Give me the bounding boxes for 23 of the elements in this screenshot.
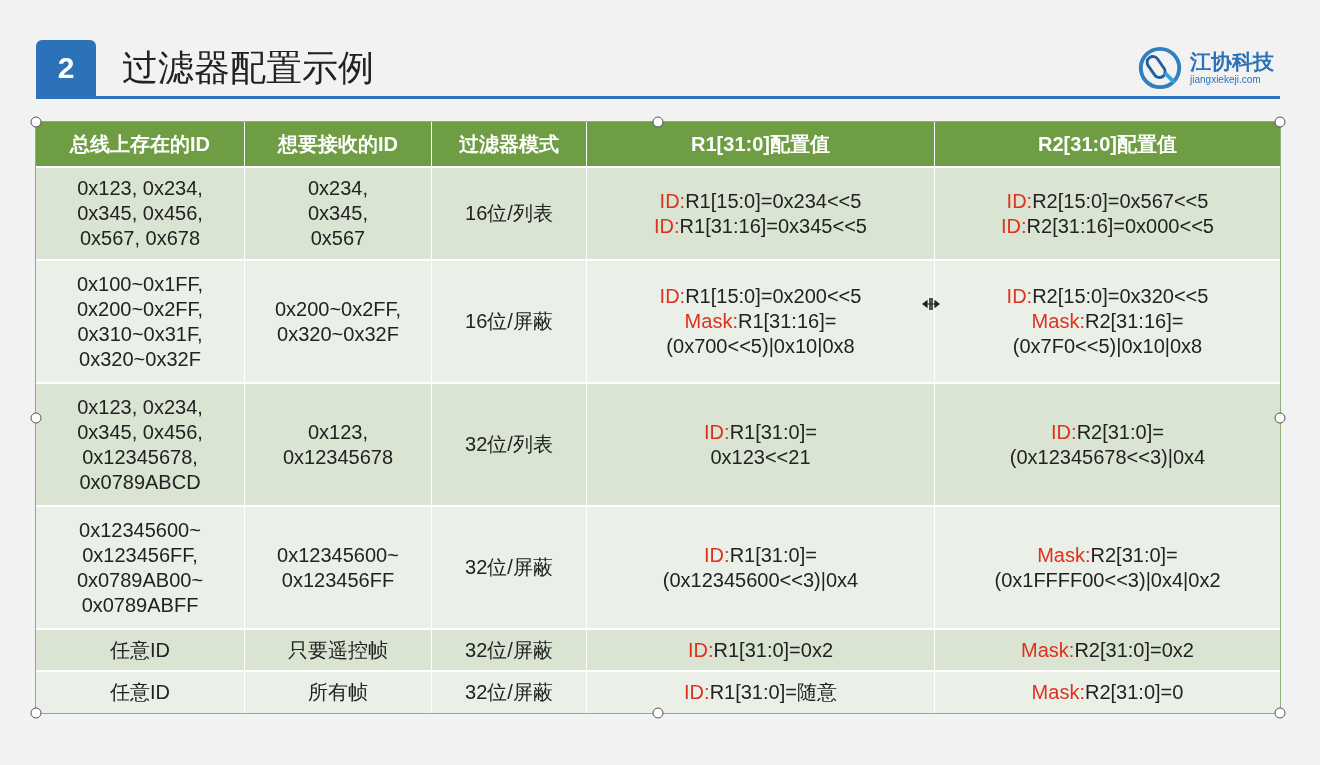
table-cell-text: Mask:R2[31:0]= (0x1FFFF00<<3)|0x4|0x2: [993, 542, 1222, 593]
slide-title: 过滤器配置示例: [122, 45, 375, 90]
slide-number: 2: [36, 40, 96, 96]
table-cell: 所有帧: [245, 672, 432, 713]
resize-handle[interactable]: [652, 707, 664, 719]
resize-handle[interactable]: [30, 116, 42, 128]
table-cell-text: ID:R2[15:0]=0x567<<5 ID:R2[31:16]=0x000<<5: [1000, 188, 1215, 239]
resize-handle[interactable]: [30, 707, 42, 719]
table-cell: 32位/屏蔽: [432, 672, 587, 713]
resize-handle[interactable]: [652, 116, 664, 128]
logo-icon: [1136, 44, 1184, 92]
table-cell-text: Mask:R2[31:0]=0x2: [1020, 637, 1195, 663]
resize-handle[interactable]: [1274, 412, 1286, 423]
resize-handle[interactable]: [1274, 707, 1286, 719]
table-cell-text: ID:R2[31:0]= (0x12345678<<3)|0x4: [1008, 419, 1207, 470]
table-cell-text: Mask:R2[31:0]=0: [1030, 680, 1185, 705]
table-cell-text: ID:R2[15:0]=0x320<<5 Mask:R2[31:16]= (0x7F0<<5)|0x10|0x8: [1005, 284, 1210, 359]
resize-cursor-icon: [922, 297, 940, 311]
logo-name: 江协科技: [1190, 50, 1274, 75]
column-header: R2[31:0]配置值: [1037, 131, 1178, 157]
resize-handle[interactable]: [1274, 116, 1286, 128]
resize-handle[interactable]: [30, 412, 42, 423]
logo-url: jiangxiekeji.com: [1190, 74, 1262, 86]
